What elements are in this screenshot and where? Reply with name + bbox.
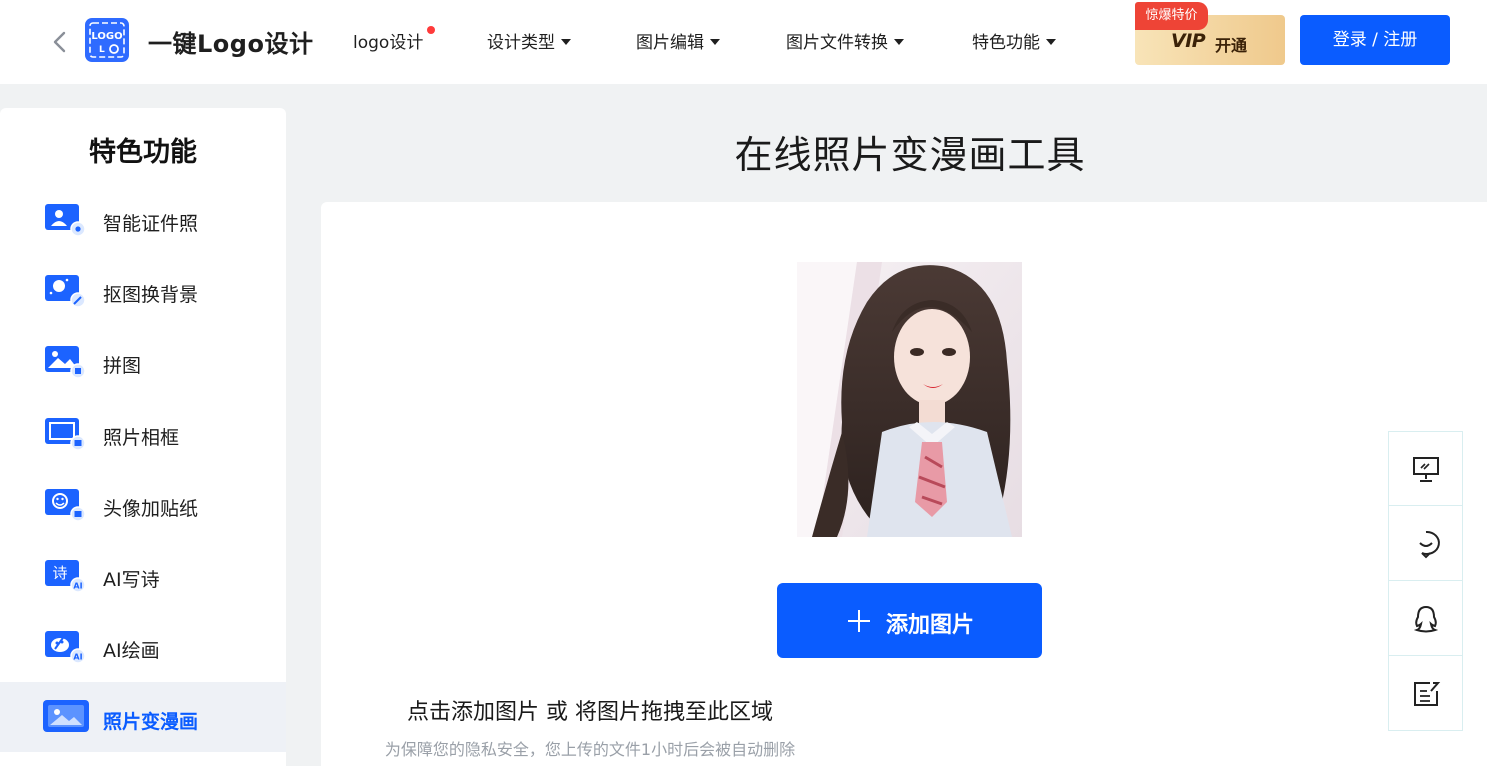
nav-label: 特色功能 (972, 33, 1040, 53)
drop-hint-text: 点击添加图片 或 将图片拖拽至此区域 (407, 700, 773, 725)
caret-down-icon (710, 39, 720, 45)
chevron-left-icon (53, 31, 66, 53)
plus-icon (848, 610, 870, 632)
presentation-icon (1413, 457, 1439, 482)
nav-label: logo设计 (353, 33, 424, 53)
sidebar-item-label: 拼图 (103, 355, 142, 377)
sidebar-item-label: 抠图换背景 (103, 284, 199, 306)
sidebar-item-id-photo[interactable]: 智能证件照 (0, 184, 286, 254)
nav-label: 设计类型 (487, 33, 555, 53)
nav-label: 图片文件转换 (786, 33, 888, 53)
nav-image-edit[interactable]: 图片编辑 (636, 28, 720, 53)
sidebar-item-avatar-sticker[interactable]: 头像加贴纸 (0, 469, 286, 539)
brand-logo-text: LOGO (91, 31, 122, 42)
page-title: 在线照片变漫画工具 (734, 133, 1086, 177)
avatar-sticker-icon (45, 489, 85, 521)
svg-text:L: L (99, 45, 105, 55)
login-register-button[interactable]: 登录 / 注册 (1300, 15, 1450, 65)
photo-frame-icon (45, 418, 85, 450)
caret-down-icon (1046, 39, 1056, 45)
cutout-icon (45, 275, 85, 307)
sidebar-item-label: AI绘画 (103, 640, 160, 662)
qq-icon (1413, 605, 1439, 633)
float-chat-button[interactable] (1389, 507, 1462, 581)
brand-logo[interactable]: LOGO L (85, 18, 129, 62)
vip-label: VIP (1171, 30, 1206, 52)
vip-promo-badge: 惊爆特价 (1135, 2, 1208, 30)
float-feedback-button[interactable] (1389, 657, 1462, 731)
sidebar-item-label: 照片相框 (103, 427, 180, 449)
nav-design-type[interactable]: 设计类型 (487, 28, 571, 53)
feature-sidebar: 特色功能 智能证件照 抠图换背景 拼图 照片相框 头像加贴纸 诗 AI AI写诗… (0, 108, 286, 766)
sample-portrait-image (797, 262, 1022, 537)
back-button[interactable] (48, 28, 72, 56)
chat-icon (1419, 530, 1440, 559)
brand-name[interactable]: 一键Logo设计 (148, 24, 313, 59)
sample-photo (797, 262, 1022, 537)
ai-badge-text: AI (73, 582, 82, 591)
ai-poem-icon-glyph: 诗 (52, 564, 67, 582)
sidebar-item-label: AI写诗 (103, 569, 160, 591)
ai-paint-icon: AI (45, 631, 85, 663)
caret-down-icon (561, 39, 571, 45)
sidebar-item-ai-poem[interactable]: 诗 AI AI写诗 (0, 540, 286, 610)
sidebar-item-puzzle[interactable]: 拼图 (0, 326, 286, 396)
sidebar-title: 特色功能 (89, 137, 197, 168)
caret-down-icon (894, 39, 904, 45)
floating-toolbar (1388, 431, 1463, 731)
add-image-label: 添加图片 (886, 613, 975, 638)
privacy-note: 为保障您的隐私安全，您上传的文件1小时后会被自动删除 (384, 740, 796, 759)
vip-open-label: 开通 (1215, 36, 1248, 55)
nav-features[interactable]: 特色功能 (972, 28, 1056, 53)
puzzle-icon (45, 346, 85, 378)
feedback-icon (1414, 682, 1441, 706)
add-image-button[interactable]: 添加图片 (777, 583, 1042, 658)
nav-logo-design[interactable]: logo设计 (353, 28, 423, 53)
float-qq-button[interactable] (1389, 582, 1462, 656)
upload-card: 添加图片 点击添加图片 或 将图片拖拽至此区域 为保障您的隐私安全，您上传的文件… (321, 202, 1487, 766)
ai-poem-icon: 诗 AI (45, 560, 85, 592)
top-header: LOGO L 一键Logo设计 logo设计 设计类型 图片编辑 图片文件转换 … (0, 0, 1487, 84)
sidebar-item-label: 智能证件照 (103, 213, 199, 235)
sidebar-item-photo-frame[interactable]: 照片相框 (0, 398, 286, 468)
new-dot-badge (427, 26, 435, 34)
sidebar-item-label: 头像加贴纸 (103, 498, 199, 520)
ai-badge-text: AI (73, 653, 82, 662)
logo-mark-icon: LOGO L (89, 22, 125, 58)
id-photo-icon (45, 204, 85, 236)
sidebar-item-ai-paint[interactable]: AI AI绘画 (0, 611, 286, 681)
nav-label: 图片编辑 (636, 33, 704, 53)
nav-file-convert[interactable]: 图片文件转换 (786, 28, 904, 53)
sidebar-item-cutout[interactable]: 抠图换背景 (0, 255, 286, 325)
float-presentation-button[interactable] (1389, 432, 1462, 506)
